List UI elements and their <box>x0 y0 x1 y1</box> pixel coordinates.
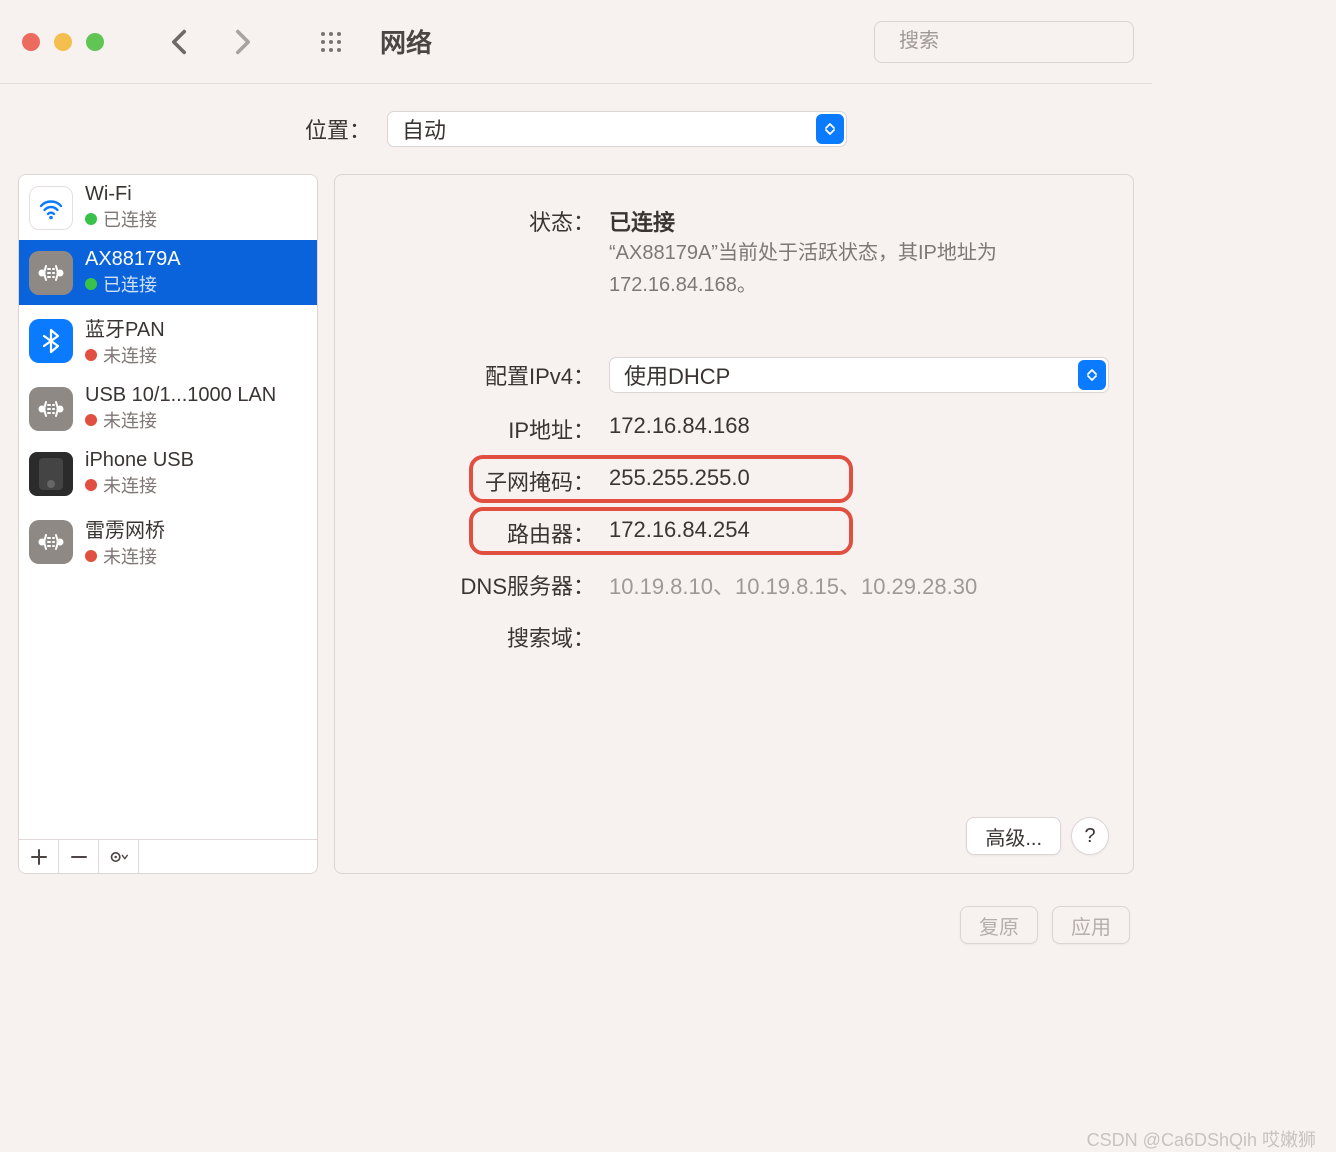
location-dropdown[interactable]: 自动 <box>387 111 847 147</box>
service-thunderbolt-bridge[interactable]: 雷雳网桥 未连接 <box>19 506 317 577</box>
location-row: 位置： 自动 <box>0 84 1152 174</box>
window-title: 网络 <box>380 23 874 60</box>
grid-icon <box>320 31 342 53</box>
service-name: 蓝牙PAN <box>85 313 165 342</box>
ethernet-icon <box>29 387 73 431</box>
service-status: 未连接 <box>85 407 276 433</box>
minimize-window-button[interactable] <box>54 33 72 51</box>
minus-icon <box>69 847 89 867</box>
service-wifi[interactable]: Wi-Fi 已连接 <box>19 175 317 240</box>
sidebar-footer <box>19 839 317 873</box>
dns-value: 10.19.8.10、10.19.8.15、10.29.28.30 <box>609 565 1109 601</box>
ipv4-value: 使用DHCP <box>624 359 730 391</box>
ethernet-icon <box>29 251 73 295</box>
window-controls <box>22 33 104 51</box>
plus-icon <box>29 847 49 867</box>
search-input[interactable] <box>897 29 1166 54</box>
service-iphone-usb[interactable]: iPhone USB 未连接 <box>19 441 317 506</box>
wifi-icon <box>29 186 73 230</box>
close-window-button[interactable] <box>22 33 40 51</box>
ip-value: 172.16.84.168 <box>609 409 1109 439</box>
service-status: 未连接 <box>85 543 165 569</box>
service-name: 雷雳网桥 <box>85 514 165 543</box>
location-value: 自动 <box>402 113 446 145</box>
iphone-icon <box>29 452 73 496</box>
status-dot-icon <box>85 414 97 426</box>
service-status: 未连接 <box>85 342 165 368</box>
forward-button[interactable] <box>224 23 262 61</box>
subnet-highlight <box>469 455 853 503</box>
status-dot-icon <box>85 550 97 562</box>
status-dot-icon <box>85 213 97 225</box>
service-ax88179a[interactable]: AX88179A 已连接 <box>19 240 317 305</box>
sidebar: Wi-Fi 已连接 AX88179A <box>18 174 318 874</box>
bottom-bar: 复原 应用 <box>0 892 1152 958</box>
back-button[interactable] <box>160 23 198 61</box>
watermark: CSDN @Ca6DShQih 哎嫩狮 <box>174 1126 1326 1152</box>
chevron-right-icon <box>235 29 251 55</box>
status-desc: “AX88179A”当前处于活跃状态，其IP地址为172.16.84.168。 <box>609 237 1039 301</box>
bluetooth-icon <box>29 319 73 363</box>
toolbar: 网络 <box>0 0 1152 84</box>
service-name: USB 10/1...1000 LAN <box>85 384 276 407</box>
service-status: 已连接 <box>85 206 157 232</box>
main-panel: 状态： 已连接 “AX88179A”当前处于活跃状态，其IP地址为172.16.… <box>334 174 1134 874</box>
service-status: 已连接 <box>85 271 181 297</box>
service-name: Wi-Fi <box>85 183 157 206</box>
ipv4-dropdown[interactable]: 使用DHCP <box>609 357 1109 393</box>
status-dot-icon <box>85 278 97 290</box>
remove-service-button[interactable] <box>59 840 99 873</box>
service-list: Wi-Fi 已连接 AX88179A <box>19 175 317 839</box>
status-dot-icon <box>85 349 97 361</box>
service-name: iPhone USB <box>85 449 194 472</box>
help-button[interactable]: ? <box>1071 817 1109 855</box>
ethernet-icon <box>29 520 73 564</box>
status-value: 已连接 <box>609 201 1109 237</box>
service-status: 未连接 <box>85 472 194 498</box>
status-dot-icon <box>85 479 97 491</box>
service-actions-button[interactable] <box>99 840 139 873</box>
service-name: AX88179A <box>85 248 181 271</box>
ipv4-label: 配置IPv4： <box>359 359 609 391</box>
location-label: 位置： <box>305 113 371 145</box>
zoom-window-button[interactable] <box>86 33 104 51</box>
ip-label: IP地址： <box>359 409 609 445</box>
gear-dropdown-icon <box>109 847 129 867</box>
advanced-button[interactable]: 高级... <box>966 817 1061 855</box>
dns-label: DNS服务器： <box>359 565 609 601</box>
service-bluetooth-pan[interactable]: 蓝牙PAN 未连接 <box>19 305 317 376</box>
service-usb-lan[interactable]: USB 10/1...1000 LAN 未连接 <box>19 376 317 441</box>
dropdown-arrows-icon <box>1078 360 1106 390</box>
add-service-button[interactable] <box>19 840 59 873</box>
chevron-left-icon <box>171 29 187 55</box>
domain-value <box>609 617 1109 621</box>
domain-label: 搜索域： <box>359 617 609 653</box>
revert-button[interactable]: 复原 <box>960 906 1038 944</box>
search-field[interactable] <box>874 21 1134 63</box>
dropdown-arrows-icon <box>816 114 844 144</box>
show-all-button[interactable] <box>312 23 350 61</box>
status-label: 状态： <box>359 201 609 237</box>
router-highlight <box>469 507 853 555</box>
apply-button[interactable]: 应用 <box>1052 906 1130 944</box>
